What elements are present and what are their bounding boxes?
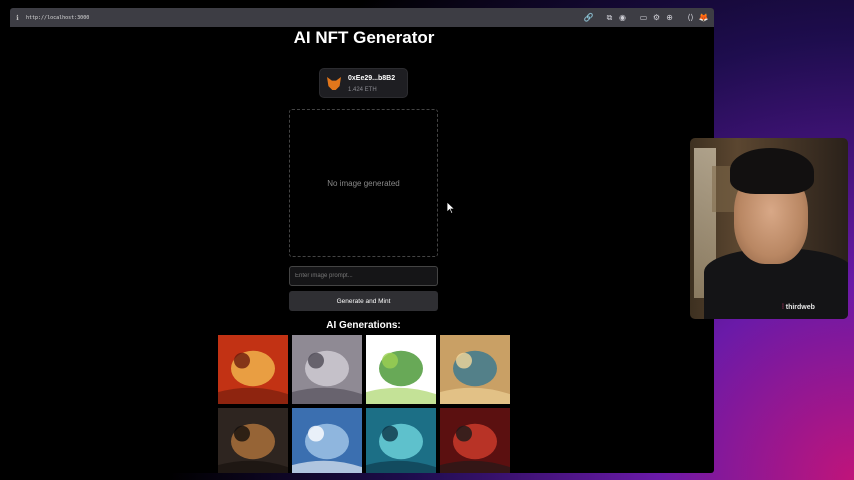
url-text[interactable]: http://localhost:3000 xyxy=(26,15,89,21)
crosshair-icon[interactable]: ⊕ xyxy=(663,11,676,24)
gallery-title: AI Generations: xyxy=(326,320,401,331)
image-placeholder-text: No image generated xyxy=(327,178,400,188)
camera-icon[interactable]: ◉ xyxy=(616,11,629,24)
presenter-hair xyxy=(730,148,814,194)
gallery-thumbnail[interactable] xyxy=(440,408,510,473)
browser-window: ℹ http://localhost:3000 🔗 ⧉ ◉ ▭ ⚙ ⊕ ⟨⟩ 🦊… xyxy=(10,8,714,473)
browser-url-bar[interactable]: ℹ http://localhost:3000 🔗 ⧉ ◉ ▭ ⚙ ⊕ ⟨⟩ 🦊 xyxy=(10,8,714,27)
metamask-extension-icon[interactable]: 🦊 xyxy=(697,11,710,24)
generated-image-area: No image generated xyxy=(289,109,438,257)
info-icon[interactable]: ℹ xyxy=(11,14,24,22)
page-title: AI NFT Generator xyxy=(293,28,435,47)
prompt-input[interactable] xyxy=(289,266,438,286)
gallery-thumbnail[interactable] xyxy=(366,335,436,404)
code-icon[interactable]: ⟨⟩ xyxy=(684,11,697,24)
webcam-overlay: ⫶ thirdweb xyxy=(690,138,848,319)
wallet-connect-button[interactable]: 0xEe29...b8B2 1.424 ETH xyxy=(319,68,408,98)
gallery-thumbnail[interactable] xyxy=(292,408,362,473)
thirdweb-logo-icon: ⫶ xyxy=(782,304,784,311)
link-icon[interactable]: 🔗 xyxy=(582,11,595,24)
gallery-thumbnail[interactable] xyxy=(218,408,288,473)
shirt-logo: ⫶ thirdweb xyxy=(782,304,815,312)
gallery-thumbnail[interactable] xyxy=(218,335,288,404)
gallery-thumbnail[interactable] xyxy=(440,335,510,404)
wallet-address: 0xEe29...b8B2 xyxy=(348,75,396,82)
metamask-fox-icon xyxy=(327,77,341,90)
browser-toolbar: 🔗 ⧉ ◉ ▭ ⚙ ⊕ ⟨⟩ 🦊 xyxy=(582,8,710,27)
mouse-cursor-icon xyxy=(447,202,455,214)
generate-and-mint-button[interactable]: Generate and Mint xyxy=(289,291,438,311)
screen-capture-icon[interactable]: ⧉ xyxy=(603,11,616,24)
window-icon[interactable]: ▭ xyxy=(637,11,650,24)
settings-icon[interactable]: ⚙ xyxy=(650,11,663,24)
gallery-thumbnail[interactable] xyxy=(292,335,362,404)
wallet-balance: 1.424 ETH xyxy=(348,87,377,93)
gallery-thumbnail[interactable] xyxy=(366,408,436,473)
shirt-brand-text: thirdweb xyxy=(785,304,815,311)
